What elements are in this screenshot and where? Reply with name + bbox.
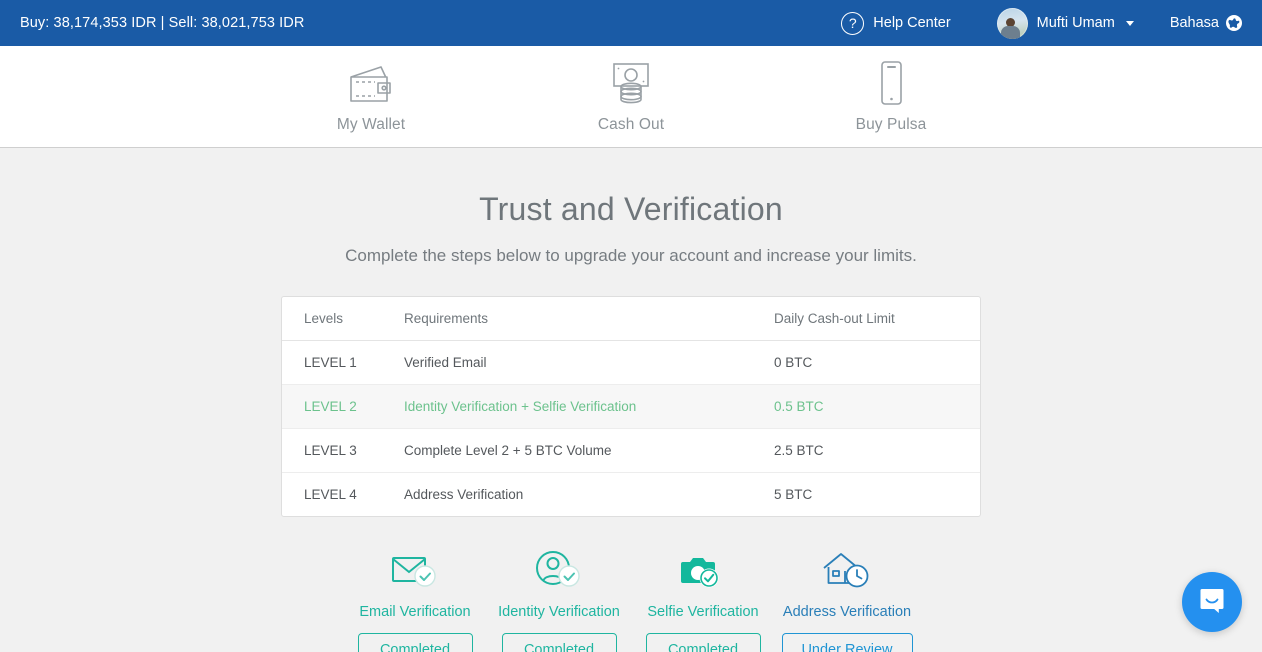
avatar: [996, 7, 1028, 39]
camera-check-icon: [678, 549, 728, 593]
help-center-link[interactable]: ? Help Center: [835, 8, 956, 39]
column-header-requirements: Requirements: [404, 297, 774, 342]
verification-status-button[interactable]: Completed: [357, 633, 473, 652]
primary-nav: My Wallet Cash Out Buy Pulsa: [0, 46, 1262, 148]
verification-card-identity: Identity Verification Completed: [487, 549, 631, 652]
globe-icon: [1226, 15, 1242, 31]
table-row: LEVEL 3 Complete Level 2 + 5 BTC Volume …: [282, 428, 980, 474]
verification-label: Identity Verification: [498, 604, 620, 621]
user-name-label: Mufti Umam: [1036, 15, 1115, 31]
mobile-phone-icon: [865, 58, 917, 110]
verification-card-address: Address Verification Under Review: [775, 549, 919, 652]
person-check-icon: [534, 549, 584, 593]
page-subtitle: Complete the steps below to upgrade your…: [345, 246, 917, 266]
cell-limit: 2.5 BTC: [774, 428, 980, 474]
nav-label-buy-pulsa: Buy Pulsa: [855, 116, 927, 133]
language-switcher[interactable]: Bahasa: [1168, 11, 1244, 35]
cell-requirement: Complete Level 2 + 5 BTC Volume: [404, 428, 774, 474]
price-ticker: Buy: 38,174,353 IDR | Sell: 38,021,753 I…: [20, 15, 305, 31]
top-bar-right-group: ? Help Center Mufti Umam Bahasa: [835, 4, 1244, 43]
table-row: LEVEL 2 Identity Verification + Selfie V…: [282, 384, 980, 430]
envelope-check-icon: [390, 549, 440, 593]
column-header-levels: Levels: [282, 297, 404, 342]
chat-launcher-button[interactable]: [1182, 572, 1242, 632]
cell-requirement: Address Verification: [404, 487, 524, 503]
chat-bubble-icon: [1197, 585, 1227, 620]
table-row: LEVEL 4 Address Verification 5 BTC: [282, 473, 980, 517]
nav-item-cash-out[interactable]: Cash Out: [501, 46, 761, 134]
verification-card-email: Email Verification Completed: [343, 549, 487, 652]
cell-requirement: Verified Email: [404, 340, 774, 386]
top-bar: Buy: 38,174,353 IDR | Sell: 38,021,753 I…: [0, 0, 1262, 46]
cell-limit: 5 BTC: [774, 487, 813, 503]
help-center-label: Help Center: [873, 15, 951, 31]
nav-item-my-wallet[interactable]: My Wallet: [241, 46, 501, 134]
verification-status-button[interactable]: Under Review: [781, 633, 913, 652]
house-clock-icon: [821, 549, 873, 593]
nav-label-cash-out: Cash Out: [597, 116, 665, 133]
cell-level: LEVEL 1: [282, 340, 404, 386]
question-mark-icon: ?: [841, 11, 865, 35]
column-header-limit: Daily Cash-out Limit: [774, 297, 980, 342]
verification-label: Email Verification: [359, 604, 471, 621]
verification-status-button[interactable]: Completed: [501, 633, 617, 652]
cell-limit: 0.5 BTC: [774, 384, 980, 430]
wallet-icon: [345, 58, 397, 110]
cell-level: LEVEL 3: [282, 428, 404, 474]
cell-requirement: Identity Verification + Selfie Verificat…: [404, 384, 774, 430]
table-row: LEVEL 1 Verified Email 0 BTC: [282, 340, 980, 386]
levels-table: Levels Requirements Daily Cash-out Limit…: [281, 296, 981, 518]
cell-limit: 0 BTC: [774, 340, 980, 386]
language-label: Bahasa: [1169, 15, 1219, 31]
cell-level: LEVEL 2: [282, 384, 404, 430]
chevron-down-icon: [1125, 20, 1134, 26]
user-menu[interactable]: Mufti Umam: [993, 4, 1138, 43]
verification-label: Address Verification: [782, 604, 912, 621]
main-content: Trust and Verification Complete the step…: [0, 148, 1262, 652]
verification-card-selfie: Selfie Verification Completed: [631, 549, 775, 652]
cell-level: LEVEL 4: [304, 487, 357, 503]
table-header-row: Levels Requirements Daily Cash-out Limit: [282, 297, 980, 342]
nav-label-my-wallet: My Wallet: [336, 116, 406, 133]
verification-label: Selfie Verification: [647, 604, 759, 621]
nav-item-buy-pulsa[interactable]: Buy Pulsa: [761, 46, 1021, 134]
verification-status-button[interactable]: Completed: [645, 633, 761, 652]
page-title: Trust and Verification: [479, 191, 783, 227]
cash-icon: [605, 58, 657, 110]
verification-steps: Email Verification Completed Identity Ve…: [0, 549, 1262, 652]
